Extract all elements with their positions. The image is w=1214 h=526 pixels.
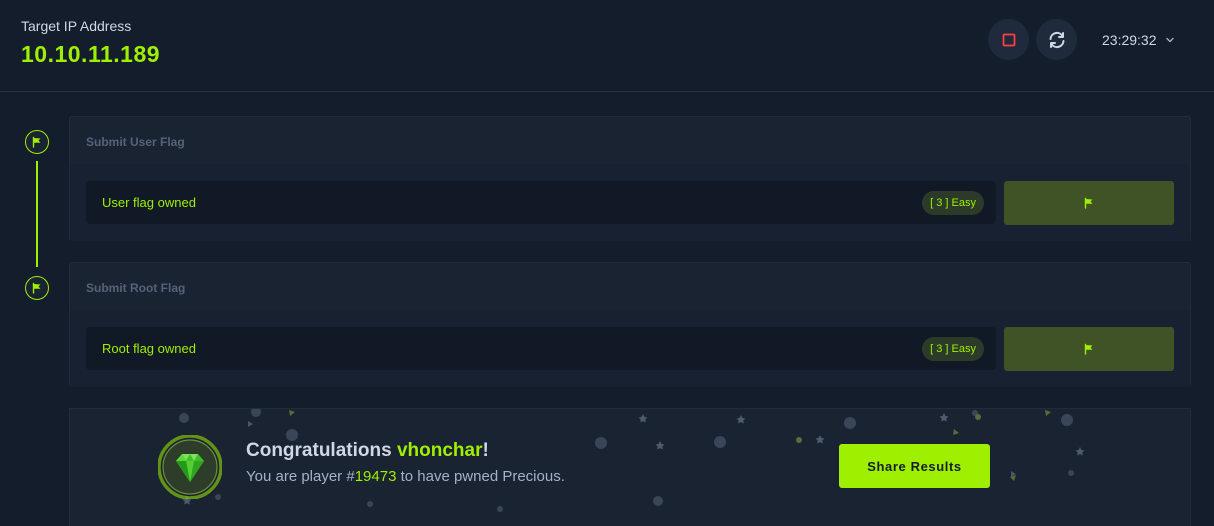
- difficulty-badge: [ 3 ] Easy: [922, 191, 984, 215]
- machine-page: Target IP Address 10.10.11.189 23:29:32: [0, 0, 1214, 526]
- flag-icon: [32, 282, 41, 294]
- submit-root-flag-button[interactable]: [1004, 327, 1174, 371]
- user-flag-field[interactable]: User flag owned [ 3 ] Easy: [86, 181, 996, 224]
- player-suffix: to have pwned Precious.: [396, 468, 565, 485]
- card-body: User flag owned [ 3 ] Easy: [70, 164, 1190, 241]
- player-number: 19473: [354, 468, 397, 485]
- root-flag-field[interactable]: Root flag owned [ 3 ] Easy: [86, 327, 996, 370]
- refresh-icon: [1049, 31, 1064, 48]
- submit-user-flag-button[interactable]: [1004, 181, 1174, 225]
- stop-machine-button[interactable]: [988, 19, 1029, 60]
- congrats-subtitle: You are player #19473 to have pwned Prec…: [246, 468, 565, 485]
- card-body: Root flag owned [ 3 ] Easy: [70, 310, 1190, 387]
- player-prefix: You are player #: [246, 468, 355, 485]
- target-header: Target IP Address 10.10.11.189 23:29:32: [0, 0, 1214, 92]
- chevron-down-icon: [1165, 37, 1174, 43]
- target-ip-value[interactable]: 10.10.11.189: [21, 41, 160, 68]
- green-gem-icon: [157, 434, 223, 500]
- flag-icon: [1084, 197, 1093, 209]
- stop-square-icon: [1002, 33, 1015, 46]
- confetti-decoration: [179, 409, 1085, 512]
- timeline-dot-root: [25, 276, 49, 300]
- flag-status-text: User flag owned: [102, 195, 196, 210]
- flag-icon: [1084, 343, 1093, 355]
- share-results-button[interactable]: Share Results: [839, 444, 990, 488]
- congrats-suffix: !: [482, 440, 489, 461]
- target-ip-label: Target IP Address: [21, 18, 132, 34]
- root-flag-card: Submit Root Flag Root flag owned [ 3 ] E…: [69, 262, 1191, 387]
- machine-timer-dropdown[interactable]: 23:29:32: [1102, 32, 1175, 48]
- timeline-dot-user: [25, 130, 49, 154]
- card-title: Submit Root Flag: [86, 281, 186, 295]
- reset-machine-button[interactable]: [1036, 19, 1077, 60]
- flag-icon: [32, 136, 41, 148]
- congrats-prefix: Congratulations: [246, 440, 397, 461]
- congrats-title: Congratulations vhonchar!: [246, 440, 489, 462]
- congratulations-banner: Congratulations vhonchar! You are player…: [69, 408, 1191, 526]
- card-title: Submit User Flag: [86, 135, 185, 149]
- timeline-line: [36, 161, 38, 267]
- flag-status-text: Root flag owned: [102, 341, 196, 356]
- congrats-username: vhonchar: [396, 440, 483, 461]
- user-flag-card: Submit User Flag User flag owned [ 3 ] E…: [69, 116, 1191, 241]
- timer-value: 23:29:32: [1102, 32, 1157, 48]
- difficulty-badge: [ 3 ] Easy: [922, 337, 984, 361]
